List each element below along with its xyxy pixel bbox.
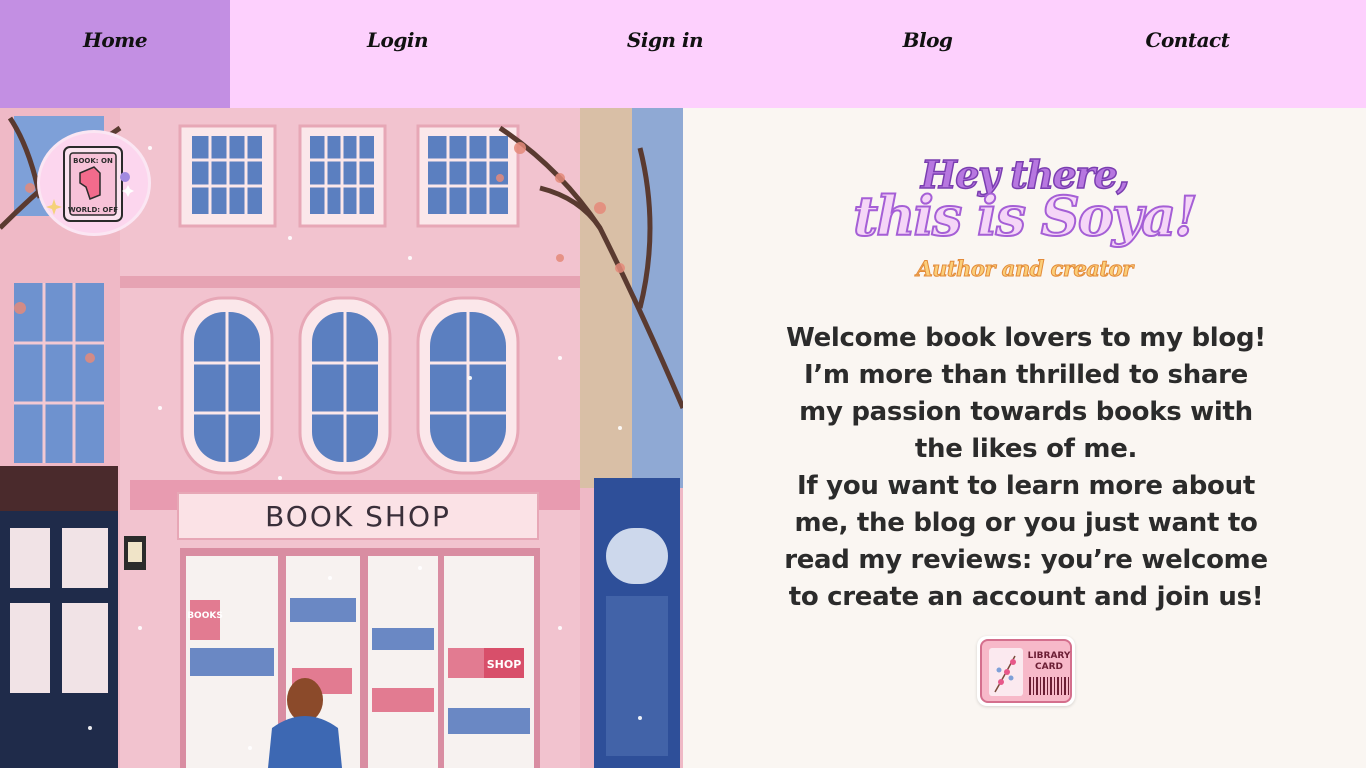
nav-item-label: Blog [902, 28, 953, 52]
nav-item-blog[interactable]: Blog [820, 0, 1035, 108]
library-card: LIBRARY CARD [980, 639, 1072, 703]
library-card-button[interactable]: LIBRARY CARD [977, 636, 1075, 706]
shop-sign-text: BOOK SHOP [265, 500, 451, 533]
barcode-icon [1029, 677, 1069, 695]
logo-text-line2: WORLD: OFF [68, 206, 118, 214]
top-navigation-bar: Home Login Sign in Blog Contact [0, 0, 1366, 108]
nav-item-label: Home [82, 28, 148, 52]
welcome-message: Welcome book lovers to my blog! I’m more… [781, 320, 1271, 616]
hero-subtitle: Author and creator [916, 256, 1134, 282]
nav-item-label: Login [366, 28, 429, 52]
welcome-line: If you want to learn more about me, the … [784, 471, 1268, 612]
nav-item-label: Sign in [626, 28, 704, 52]
bookshelf-sign-text: BOOKS [187, 611, 223, 621]
hero-title: this is Soya! [852, 183, 1199, 249]
site-logo[interactable]: BOOK: ON WORLD: OFF [40, 133, 148, 233]
library-card-line2: CARD [1035, 662, 1063, 672]
welcome-line: Welcome book lovers to my blog! [786, 323, 1266, 353]
nav-item-contact[interactable]: Contact [1075, 0, 1300, 108]
library-card-line1: LIBRARY [1027, 651, 1071, 661]
logo-text-line1: BOOK: ON [73, 157, 113, 165]
welcome-line: I’m more than thrilled to share my passi… [799, 360, 1253, 464]
nav-item-label: Contact [1145, 28, 1230, 52]
library-card-label: LIBRARY CARD [1026, 651, 1072, 673]
book-logo-icon: BOOK: ON WORLD: OFF [46, 146, 134, 222]
nav-item-login[interactable]: Login [280, 0, 515, 108]
flower-branch-icon [989, 648, 1023, 696]
nav-item-sign-in[interactable]: Sign in [550, 0, 780, 108]
nav-item-home[interactable]: Home [0, 0, 230, 108]
window-sign-text: SHOP [487, 658, 522, 671]
